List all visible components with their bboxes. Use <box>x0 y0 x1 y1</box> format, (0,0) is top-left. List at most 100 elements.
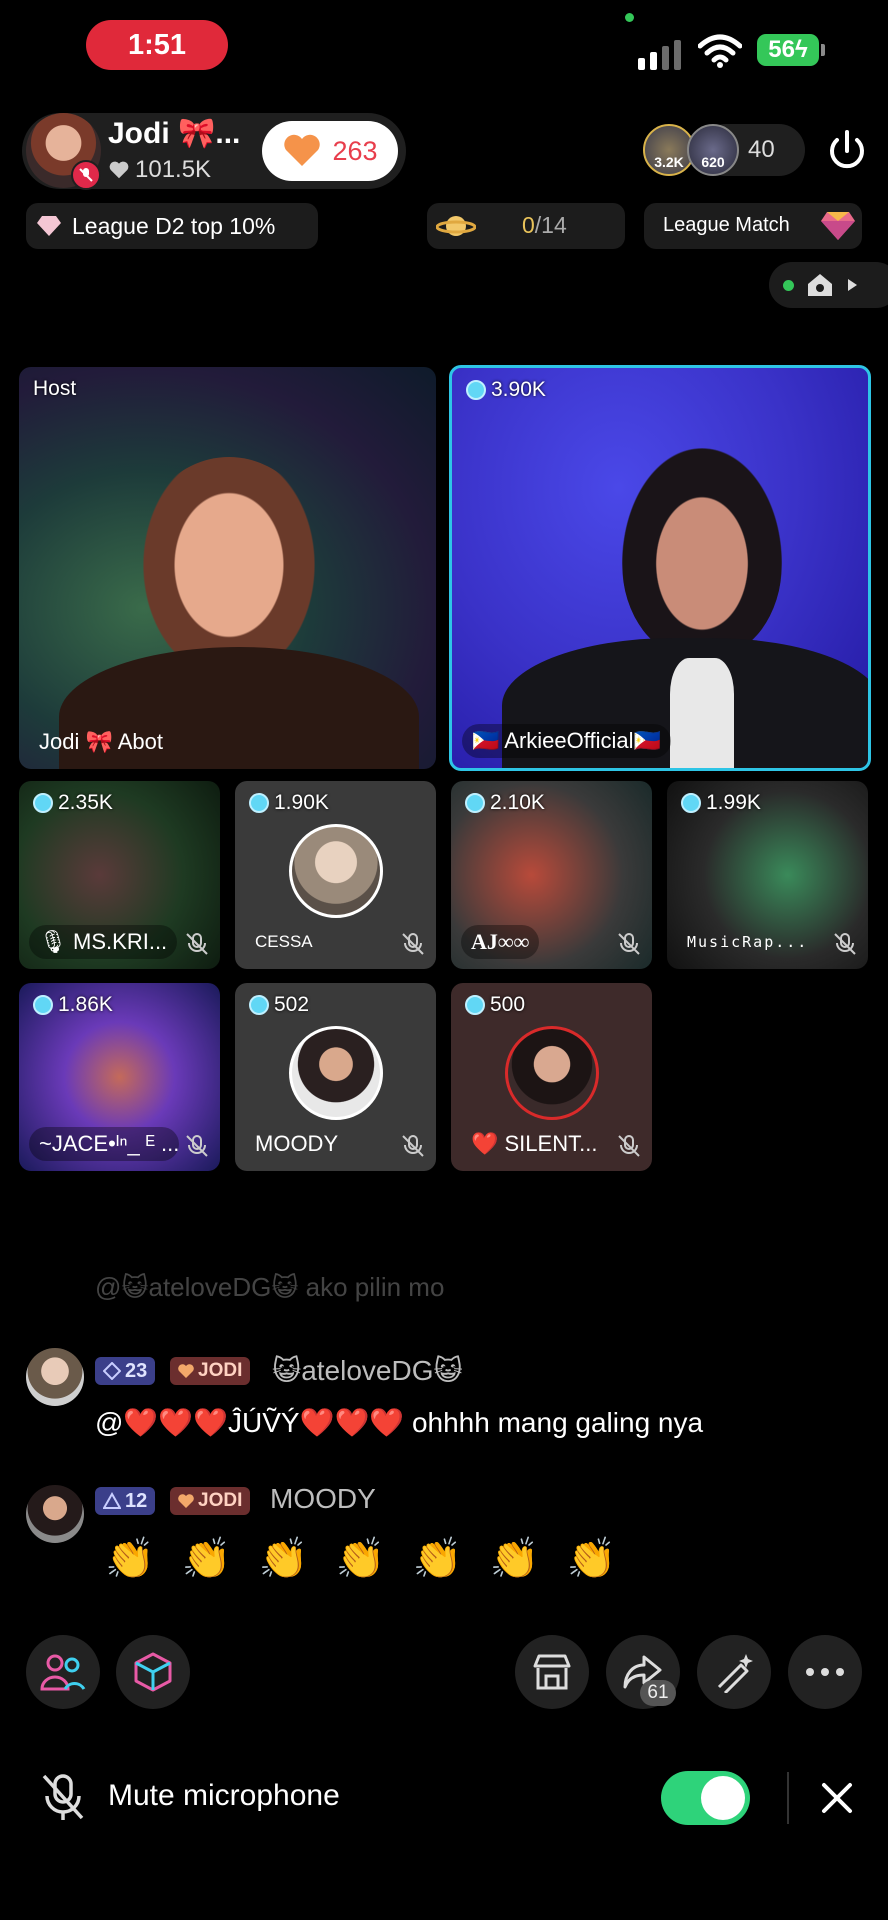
coin-icon <box>466 380 486 400</box>
chat-avatar[interactable] <box>26 1348 84 1406</box>
guest-video-tile[interactable]: 2.10K AJ∞∞ <box>451 781 652 969</box>
guest-video-tile[interactable]: 2.35K 🎙 MS.KRI... <box>19 781 220 969</box>
guest-coins-value: 3.90K <box>491 378 546 401</box>
magic-wand-icon <box>717 1654 753 1693</box>
gem-icon <box>821 212 855 240</box>
mute-microphone-toggle[interactable] <box>661 1771 750 1825</box>
more-button[interactable] <box>788 1635 862 1709</box>
privacy-indicator-dot <box>625 13 634 22</box>
guest-name-text: ❤️ SILENT... <box>471 1131 598 1156</box>
top-viewers[interactable]: 3.2K 620 <box>643 124 741 176</box>
planet-progress-current: 0 <box>522 212 535 238</box>
guest-coins-value: 502 <box>274 993 310 1016</box>
guest-name-text: 🇵🇭 ArkieeOfficial🇵🇭 <box>472 728 661 753</box>
toggle-knob <box>701 1776 745 1820</box>
viewer-count: 40 <box>748 136 775 163</box>
guest-video-tile[interactable]: 1.90K CESSA <box>235 781 436 969</box>
guest-name: 🇵🇭 ArkieeOfficial🇵🇭 <box>462 724 671 758</box>
chat-avatar[interactable] <box>26 1485 84 1543</box>
play-arrow-icon <box>848 279 857 291</box>
guest-video-tile[interactable]: 3.90K 🇵🇭 ArkieeOfficial🇵🇭 <box>449 365 871 771</box>
mic-muted-icon <box>618 1135 640 1157</box>
guest-name-text: AJ∞∞ <box>471 929 530 954</box>
coin-icon <box>33 995 53 1015</box>
home-icon <box>808 274 832 296</box>
guest-coins-value: 1.90K <box>274 791 329 814</box>
store-icon <box>533 1654 571 1690</box>
coin-icon <box>465 793 485 813</box>
coin-icon <box>465 995 485 1015</box>
league-label: League D2 top 10% <box>72 212 276 239</box>
shop-button[interactable] <box>515 1635 589 1709</box>
planet-progress: 0/14 <box>522 212 567 239</box>
guest-video-shirt <box>670 658 734 768</box>
mic-muted-icon <box>402 1135 424 1157</box>
orange-heart-icon <box>284 134 321 166</box>
guests-button[interactable] <box>26 1635 100 1709</box>
mic-muted-icon <box>834 933 856 955</box>
fan-badge-text: JODI <box>198 1490 243 1511</box>
close-icon[interactable] <box>816 1777 858 1819</box>
fan-club-badge: JODI <box>170 1357 251 1385</box>
guest-avatar <box>288 824 383 919</box>
mic-muted-icon <box>186 933 208 955</box>
mic-muted-icon <box>186 1135 208 1157</box>
chat-message-text: @❤️❤️❤️ĴÚṼÝ❤️❤️❤️ ohhhh mang galing nya <box>95 1407 704 1438</box>
guest-video-tile[interactable]: 500 ❤️ SILENT... <box>451 983 652 1171</box>
guest-coins-value: 1.86K <box>58 993 113 1016</box>
live-dot <box>783 279 794 291</box>
battery-indicator: 56 ϟ <box>757 34 825 66</box>
host-label-text: Host <box>33 377 77 400</box>
cube-icon <box>134 1652 172 1692</box>
gift-button[interactable]: 263 <box>262 121 398 181</box>
power-icon[interactable] <box>822 126 872 176</box>
effects-button[interactable] <box>116 1635 190 1709</box>
status-time: 1:51 <box>86 20 228 70</box>
level-badge: 12 <box>95 1487 156 1515</box>
mic-off-icon <box>71 160 101 190</box>
level-badge: 23 <box>95 1357 156 1385</box>
top-viewer-count: 3.2K <box>654 154 684 170</box>
wifi-icon <box>698 34 742 68</box>
chat-message-text: 👏 👏 👏 👏 👏 👏 👏 <box>105 1537 625 1581</box>
heart-icon <box>109 161 129 179</box>
guest-name: MOODY <box>245 1127 348 1161</box>
guest-video-tile[interactable]: 1.86K ~JACE•ᴵⁿ_ ᴱ ... <box>19 983 220 1171</box>
guest-avatar <box>504 1026 599 1121</box>
coin-icon <box>681 793 701 813</box>
level-value: 23 <box>125 1359 148 1382</box>
guest-name: ~JACE•ᴵⁿ_ ᴱ ... <box>29 1127 179 1161</box>
top-viewer-avatar[interactable]: 620 <box>687 124 739 176</box>
guest-video-tile[interactable]: 1.99K MusicRap... <box>667 781 868 969</box>
host-label: Host <box>33 377 76 401</box>
more-dots-icon <box>806 1668 844 1676</box>
guest-coins-value: 2.35K <box>58 791 113 814</box>
chat-message-faded: @😺ateloveDG😺 ako pilin mo <box>95 1272 445 1302</box>
enhance-button[interactable] <box>697 1635 771 1709</box>
fan-club-badge: JODI <box>170 1487 251 1515</box>
guest-video-tile[interactable]: 502 MOODY <box>235 983 436 1171</box>
top-viewer-count: 620 <box>701 154 725 170</box>
coin-icon <box>249 793 269 813</box>
guest-coins: 2.10K <box>465 791 545 815</box>
guest-name-text: MOODY <box>255 1131 339 1156</box>
mic-muted-icon <box>618 933 640 955</box>
guest-name: MusicRap... <box>677 925 818 959</box>
chat-username[interactable]: MOODY <box>270 1483 376 1515</box>
mic-off-icon <box>42 1774 84 1820</box>
guest-name-text: MusicRap... <box>687 933 809 951</box>
guest-coins-value: 2.10K <box>490 791 545 814</box>
league-badge[interactable]: League D2 top 10% <box>26 203 318 249</box>
coin-icon <box>33 793 53 813</box>
charging-bolt-icon: ϟ <box>795 36 808 63</box>
guest-coins: 1.86K <box>33 993 113 1017</box>
host-video-tile[interactable]: Host Jodi 🎀 Abot <box>19 367 436 769</box>
live-controls[interactable] <box>769 262 888 308</box>
guest-name: CESSA <box>245 925 323 959</box>
battery-level: 56 <box>768 36 795 63</box>
guest-coins: 1.90K <box>249 791 329 815</box>
chat-username[interactable]: 😺ateloveDG😺 <box>272 1354 463 1387</box>
guest-video <box>622 448 782 658</box>
guest-coins-value: 500 <box>490 993 526 1016</box>
host-likes-count: 101.5K <box>135 156 212 183</box>
